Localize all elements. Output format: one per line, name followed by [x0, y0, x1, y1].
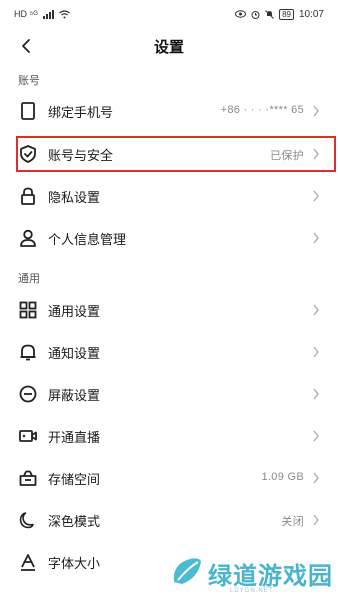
watermark-logo-icon — [173, 558, 201, 584]
settings-row-live[interactable]: 开通直播 — [0, 415, 338, 457]
settings-row-storage[interactable]: 存储空间 1.09 GB — [0, 457, 338, 499]
highlight-box — [16, 136, 336, 172]
section-header-account: 账号 — [18, 75, 40, 87]
row-label: 开通直播 — [48, 430, 101, 445]
phone-icon — [21, 102, 35, 120]
page-title: 设置 — [153, 39, 184, 56]
settings-row-personal-info[interactable]: 个人信息管理 — [0, 217, 338, 259]
settings-row-block[interactable]: 屏蔽设置 — [0, 373, 338, 415]
chevron-right-icon — [313, 346, 319, 358]
settings-row-notifications[interactable]: 通知设置 — [0, 331, 338, 373]
chevron-right-icon — [313, 388, 319, 400]
chevron-right-icon — [313, 430, 319, 442]
settings-row-bind-phone[interactable]: 绑定手机号 +86 · · · ·**** 65 — [0, 90, 338, 132]
bell-icon — [20, 344, 36, 361]
wifi-icon — [58, 9, 70, 19]
chevron-right-icon — [313, 472, 319, 484]
font-size-icon — [21, 554, 35, 571]
alarm-icon — [251, 10, 260, 19]
section-header-general: 通用 — [18, 273, 40, 285]
grid-icon — [19, 301, 37, 319]
watermark: 绿道游戏园 LDYGN.NET — [160, 550, 338, 600]
chevron-right-icon — [313, 304, 319, 316]
storage-size-value: 1.09 GB — [261, 471, 304, 483]
mute-icon — [265, 9, 274, 19]
status-bar: HD ⁵ᴳ 89 10:07 — [0, 0, 338, 28]
row-label: 隐私设置 — [48, 190, 101, 205]
settings-row-dark-mode[interactable]: 深色模式 关闭 — [0, 499, 338, 541]
settings-row-general[interactable]: 通用设置 — [0, 289, 338, 331]
nav-bar: 设置 — [0, 28, 338, 62]
network-indicator: HD ⁵ᴳ — [14, 9, 38, 19]
eye-icon — [235, 10, 247, 18]
row-label: 个人信息管理 — [48, 232, 127, 247]
row-label: 深色模式 — [48, 514, 101, 529]
row-label: 绑定手机号 — [48, 105, 114, 120]
row-label: 通用设置 — [48, 304, 101, 319]
row-label: 屏蔽设置 — [48, 388, 101, 403]
battery-level: 89 — [279, 8, 294, 20]
person-icon — [20, 229, 36, 247]
dark-mode-value: 关闭 — [281, 516, 304, 528]
chevron-right-icon — [313, 514, 319, 526]
row-label: 字体大小 — [48, 556, 101, 571]
lock-icon — [21, 187, 35, 205]
back-button[interactable] — [16, 36, 36, 56]
row-label: 通知设置 — [48, 346, 101, 361]
signal-icon — [42, 9, 54, 19]
status-right: 89 10:07 — [235, 8, 324, 20]
status-left: HD ⁵ᴳ — [14, 9, 70, 19]
watermark-text: 绿道游戏园 — [208, 563, 333, 590]
live-camera-icon — [19, 430, 37, 442]
phone-number-value: +86 · · · ·**** 65 — [220, 104, 304, 116]
storage-icon — [19, 470, 37, 486]
chevron-left-icon — [22, 39, 30, 53]
row-label: 存储空间 — [48, 472, 101, 487]
chevron-right-icon — [313, 232, 319, 244]
settings-row-privacy[interactable]: 隐私设置 — [0, 175, 338, 217]
moon-icon — [19, 512, 34, 529]
chevron-right-icon — [313, 190, 319, 202]
watermark-subtext: LDYGN.NET — [230, 588, 274, 594]
chevron-right-icon — [313, 105, 319, 117]
clock: 10:07 — [298, 8, 324, 20]
block-icon — [19, 385, 37, 403]
